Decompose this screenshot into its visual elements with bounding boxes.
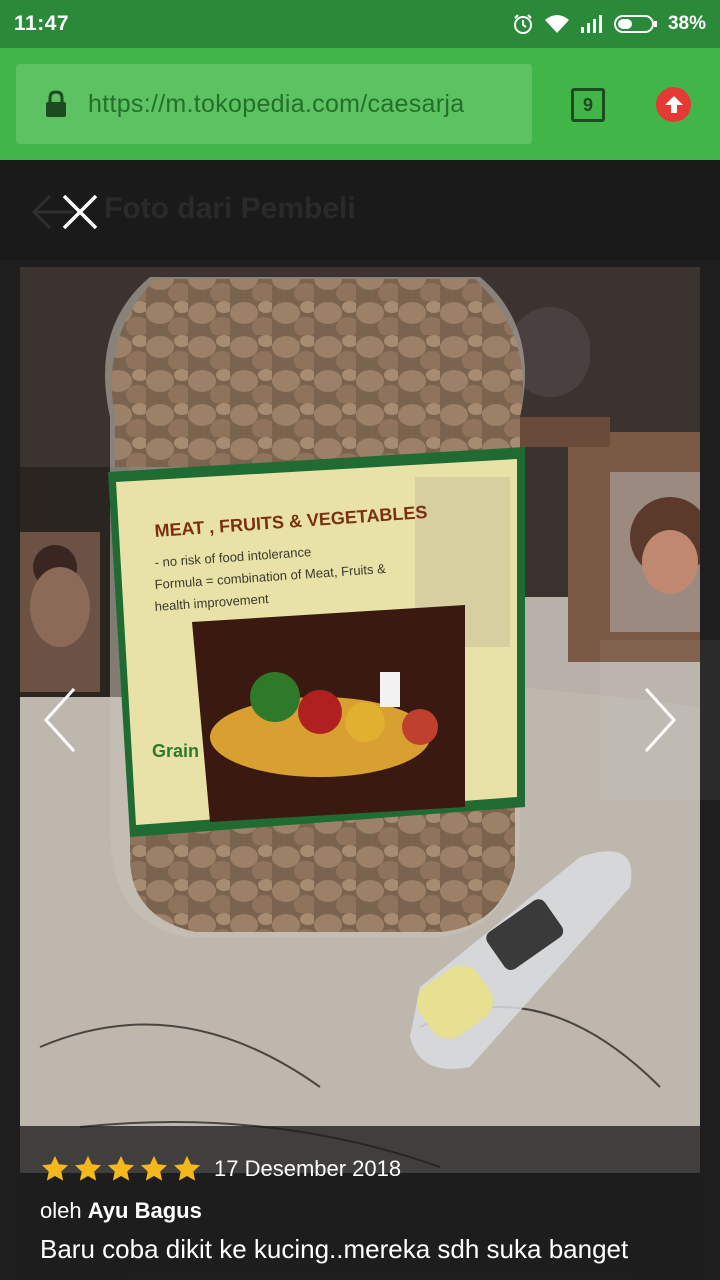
reviewer-row: oleh Ayu Bagus <box>40 1198 700 1224</box>
chevron-left-icon <box>43 687 76 753</box>
star-rating <box>40 1154 202 1184</box>
battery-icon <box>613 13 658 35</box>
review-photo: MEAT , FRUITS & VEGETABLES - no risk of … <box>20 267 700 1173</box>
wifi-icon <box>544 13 570 35</box>
pet-food-jar-image: MEAT , FRUITS & VEGETABLES - no risk of … <box>20 267 700 1173</box>
chevron-right-icon <box>644 687 677 753</box>
star-icon <box>141 1155 167 1181</box>
tab-switcher-button[interactable]: 9 <box>571 88 605 122</box>
page-title: Foto dari Pembeli <box>104 192 356 225</box>
signal-icon <box>580 13 604 35</box>
status-time: 11:47 <box>14 12 70 35</box>
reviewer-name: Ayu Bagus <box>87 1198 202 1223</box>
reviewer-prefix: oleh <box>40 1198 82 1223</box>
star-icon <box>75 1155 101 1181</box>
close-icon <box>62 194 98 230</box>
upload-button[interactable] <box>656 87 691 122</box>
previous-photo-button[interactable] <box>0 640 120 800</box>
url-text: https://m.tokopedia.com/caesarja <box>88 89 465 118</box>
star-icon <box>174 1155 200 1181</box>
review-caption: 17 Desember 2018 oleh Ayu Bagus Baru cob… <box>20 1126 700 1280</box>
address-bar[interactable]: https://m.tokopedia.com/caesarja <box>16 64 532 144</box>
lock-icon <box>44 90 68 118</box>
rating-row: 17 Desember 2018 <box>40 1154 700 1184</box>
alarm-icon <box>512 13 534 35</box>
battery-percentage: 38% <box>667 13 706 34</box>
label-side-text: Grain <box>152 741 199 761</box>
status-icons: 38% <box>512 13 706 35</box>
next-photo-button[interactable] <box>600 640 720 800</box>
arrow-up-icon <box>664 95 683 113</box>
star-icon <box>108 1155 134 1181</box>
tab-count-label: 9 <box>582 94 593 115</box>
close-button[interactable] <box>60 192 100 232</box>
status-bar: 11:47 38% <box>0 0 720 48</box>
star-icon <box>42 1155 68 1181</box>
browser-toolbar: https://m.tokopedia.com/caesarja 9 <box>0 48 720 160</box>
review-date: 17 Desember 2018 <box>214 1156 402 1181</box>
review-text: Baru coba dikit ke kucing..mereka sdh su… <box>40 1234 629 1264</box>
